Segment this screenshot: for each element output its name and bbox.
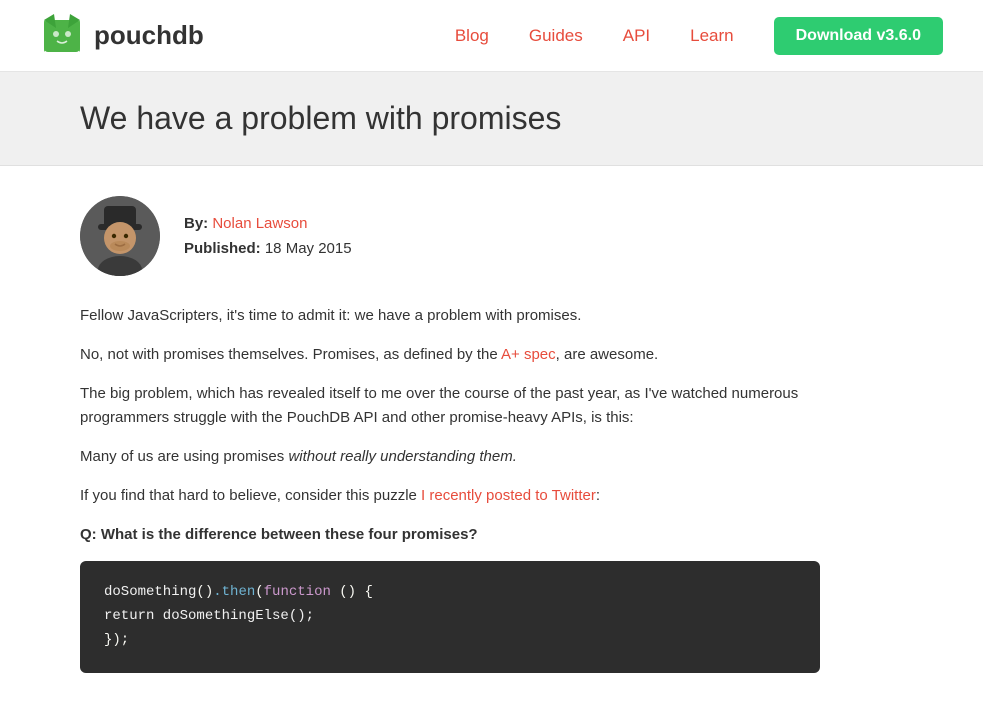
- code-block: doSomething().then(function () { return …: [80, 561, 820, 672]
- article-para-4: Many of us are using promises without re…: [80, 445, 820, 470]
- main-nav: Blog Guides API Learn Download v3.6.0: [455, 17, 943, 55]
- article-para-6: Q: What is the difference between these …: [80, 523, 820, 548]
- main-content: By: Nolan Lawson Published: 18 May 2015 …: [0, 166, 900, 713]
- a-plus-spec-link[interactable]: A+ spec: [501, 346, 556, 363]
- author-by-line: By: Nolan Lawson: [184, 211, 352, 237]
- code-closing: });: [104, 632, 129, 648]
- author-by-label: By:: [184, 215, 208, 232]
- code-rest: () {: [331, 584, 373, 600]
- article-para-2: No, not with promises themselves. Promis…: [80, 343, 820, 368]
- para5-end: :: [596, 487, 600, 504]
- site-header: pouchdb Blog Guides API Learn Download v…: [0, 0, 983, 72]
- author-info: By: Nolan Lawson Published: 18 May 2015: [184, 211, 352, 262]
- author-section: By: Nolan Lawson Published: 18 May 2015: [80, 196, 820, 276]
- para4-start: Many of us are using promises: [80, 448, 288, 465]
- code-paren-open: (): [196, 584, 213, 600]
- code-paren-2: (: [255, 584, 263, 600]
- code-keyword-function: function: [264, 584, 331, 600]
- twitter-link[interactable]: I recently posted to Twitter: [421, 487, 596, 504]
- code-method-then: .then: [213, 584, 255, 600]
- para4-em: without really understanding them.: [288, 448, 516, 465]
- author-name-link[interactable]: Nolan Lawson: [212, 215, 307, 232]
- nav-api[interactable]: API: [623, 26, 650, 46]
- article-para-1: Fellow JavaScripters, it's time to admit…: [80, 304, 820, 329]
- page-title: We have a problem with promises: [80, 100, 903, 137]
- code-line-1: doSomething().then(function () {: [104, 581, 796, 605]
- published-date: 18 May 2015: [265, 240, 352, 257]
- code-return-line: return doSomethingElse();: [104, 608, 314, 624]
- author-published-line: Published: 18 May 2015: [184, 236, 352, 262]
- code-line-3: });: [104, 629, 796, 653]
- code-line-2: return doSomethingElse();: [104, 605, 796, 629]
- code-fn-1: doSomething: [104, 584, 196, 600]
- pouchdb-logo-icon: [40, 14, 84, 58]
- published-label: Published:: [184, 240, 261, 257]
- download-button[interactable]: Download v3.6.0: [774, 17, 943, 55]
- para2-end: , are awesome.: [556, 346, 659, 363]
- logo-link[interactable]: pouchdb: [40, 14, 204, 58]
- nav-learn[interactable]: Learn: [690, 26, 733, 46]
- logo-wordmark: pouchdb: [94, 20, 204, 51]
- para2-start: No, not with promises themselves. Promis…: [80, 346, 501, 363]
- nav-guides[interactable]: Guides: [529, 26, 583, 46]
- title-band: We have a problem with promises: [0, 72, 983, 166]
- para5-start: If you find that hard to believe, consid…: [80, 487, 421, 504]
- nav-blog[interactable]: Blog: [455, 26, 489, 46]
- article-para-3: The big problem, which has revealed itse…: [80, 382, 820, 432]
- author-avatar: [80, 196, 160, 276]
- article-para-5: If you find that hard to believe, consid…: [80, 484, 820, 509]
